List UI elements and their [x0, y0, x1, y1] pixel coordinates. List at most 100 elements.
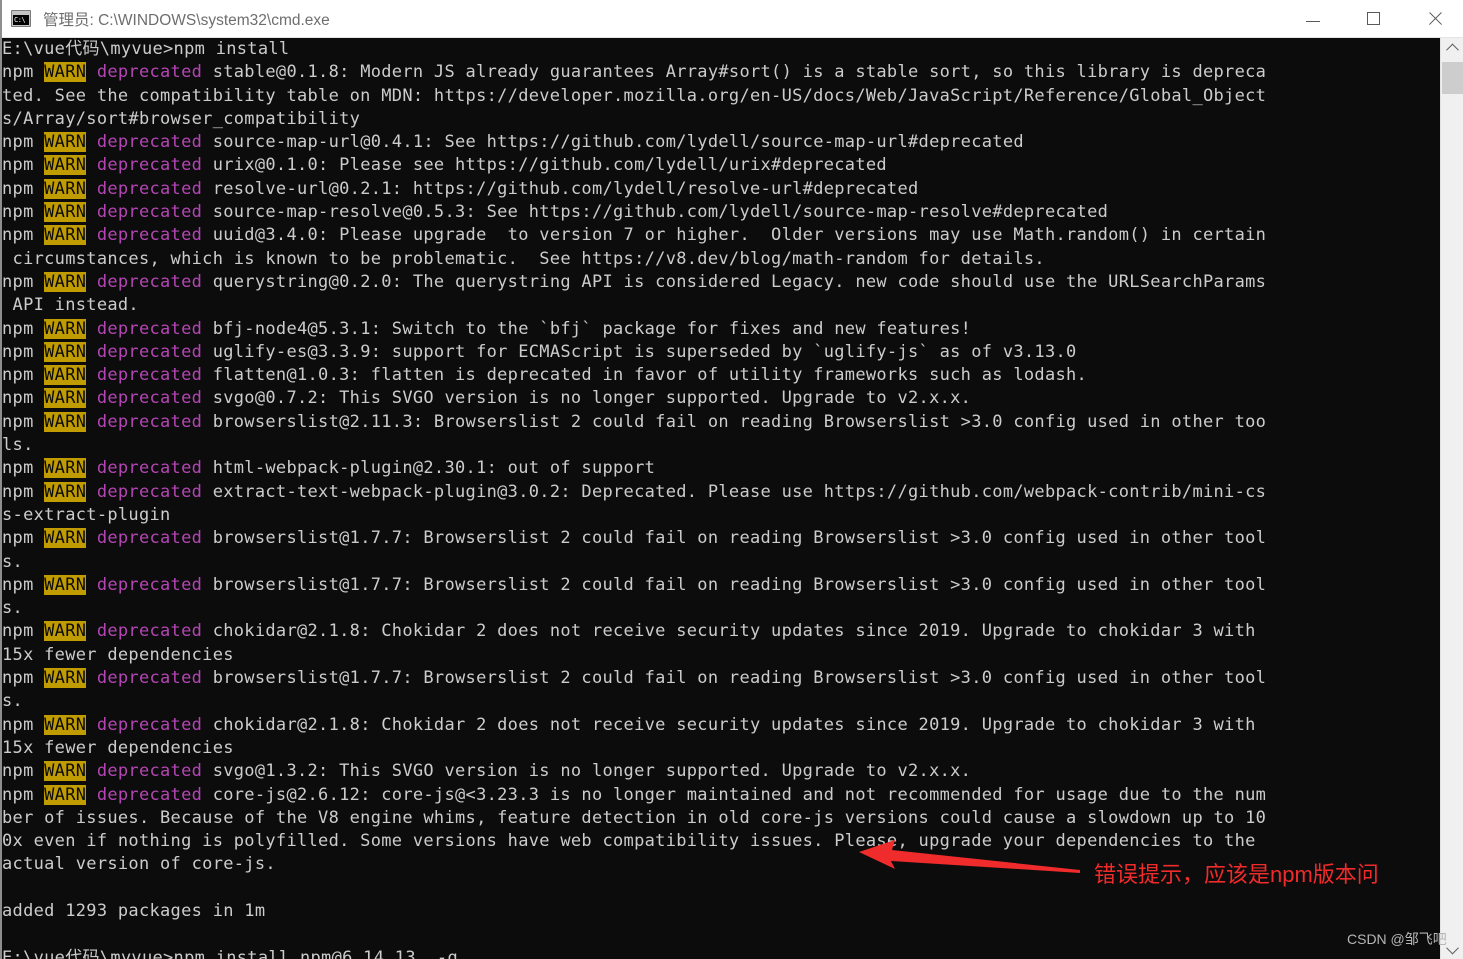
- console-text: E:\vue代码\myvue>npm install npm WARN depre…: [2, 38, 1442, 959]
- npm-prefix: npm: [2, 202, 45, 223]
- deprecated-label: deprecated: [86, 458, 213, 479]
- npm-prefix: npm: [2, 668, 45, 689]
- warn-badge: WARN: [44, 388, 87, 409]
- warn-message: bfj-node4@5.3.1: Switch to the `bfj` pac…: [212, 318, 972, 339]
- npm-prefix: npm: [2, 62, 45, 83]
- warn-badge: WARN: [44, 621, 87, 642]
- cmd-icon: [11, 10, 31, 27]
- warn-badge: WARN: [44, 341, 87, 362]
- console-line: E:\vue代码\myvue>npm install npm@6.14.13 -…: [2, 947, 458, 959]
- npm-prefix: npm: [2, 574, 45, 595]
- console-warn-line: npm WARN deprecated uglify-es@3.3.9: sup…: [2, 341, 1442, 364]
- npm-prefix: npm: [2, 225, 45, 246]
- deprecated-label: deprecated: [86, 481, 213, 502]
- warn-message: browserslist@1.7.7: Browserslist 2 could…: [212, 668, 1267, 689]
- warn-badge: WARN: [44, 528, 87, 549]
- console-warn-line: npm WARN deprecated source-map-url@0.4.1…: [2, 131, 1442, 154]
- close-icon: [1427, 11, 1443, 27]
- deprecated-label: deprecated: [86, 621, 213, 642]
- window-title: 管理员: C:\WINDOWS\system32\cmd.exe: [43, 11, 330, 29]
- scroll-down-button[interactable]: [1441, 939, 1463, 959]
- maximize-button[interactable]: [1343, 0, 1404, 38]
- npm-prefix: npm: [2, 178, 45, 199]
- console-warn-line: npm WARN deprecated urix@0.1.0: Please s…: [2, 154, 1442, 177]
- console-line: circumstances, which is known to be prob…: [2, 248, 1045, 269]
- warn-badge: WARN: [44, 365, 87, 386]
- window-titlebar[interactable]: 管理员: C:\WINDOWS\system32\cmd.exe: [2, 0, 1463, 38]
- warn-message: source-map-url@0.4.1: See https://github…: [212, 132, 1024, 153]
- warn-badge: WARN: [44, 411, 87, 432]
- warn-message: source-map-resolve@0.5.3: See https://gi…: [212, 202, 1109, 223]
- warn-message: chokidar@2.1.8: Chokidar 2 does not rece…: [212, 714, 1256, 735]
- console-warn-line: npm WARN deprecated browserslist@2.11.3:…: [2, 411, 1442, 434]
- chevron-up-icon: [1445, 43, 1459, 56]
- deprecated-label: deprecated: [86, 668, 213, 689]
- warn-message: browserslist@1.7.7: Browserslist 2 could…: [212, 528, 1267, 549]
- warn-message: browserslist@1.7.7: Browserslist 2 could…: [212, 574, 1267, 595]
- warn-message: resolve-url@0.2.1: https://github.com/ly…: [212, 178, 919, 199]
- cmd-window: 管理员: C:\WINDOWS\system32\cmd.exe E:\vue代…: [0, 0, 1463, 959]
- warn-message: uglify-es@3.3.9: support for ECMAScript …: [212, 341, 1077, 362]
- console-line: s.: [2, 551, 24, 572]
- warn-message: chokidar@2.1.8: Chokidar 2 does not rece…: [212, 621, 1256, 642]
- deprecated-label: deprecated: [86, 528, 213, 549]
- npm-prefix: npm: [2, 155, 45, 176]
- console-line: E:\vue代码\myvue>npm install: [2, 39, 290, 59]
- npm-prefix: npm: [2, 784, 45, 805]
- console-line: s.: [2, 691, 24, 712]
- console-warn-line: npm WARN deprecated svgo@0.7.2: This SVG…: [2, 387, 1442, 410]
- console-output-area[interactable]: E:\vue代码\myvue>npm install npm WARN depre…: [2, 38, 1442, 959]
- deprecated-label: deprecated: [86, 155, 213, 176]
- console-line: actual version of core-js.: [2, 854, 276, 875]
- console-warn-line: npm WARN deprecated chokidar@2.1.8: Chok…: [2, 620, 1442, 643]
- titlebar-left-group: 管理员: C:\WINDOWS\system32\cmd.exe: [2, 8, 1282, 30]
- console-warn-line: npm WARN deprecated flatten@1.0.3: flatt…: [2, 364, 1442, 387]
- warn-badge: WARN: [44, 761, 87, 782]
- console-warn-line: npm WARN deprecated extract-text-webpack…: [2, 481, 1442, 504]
- close-button[interactable]: [1404, 0, 1463, 38]
- warn-message: urix@0.1.0: Please see https://github.co…: [212, 155, 887, 176]
- console-warn-line: npm WARN deprecated svgo@1.3.2: This SVG…: [2, 760, 1442, 783]
- deprecated-label: deprecated: [86, 341, 213, 362]
- scroll-up-button[interactable]: [1441, 38, 1463, 58]
- deprecated-label: deprecated: [86, 202, 213, 223]
- deprecated-label: deprecated: [86, 365, 213, 386]
- npm-prefix: npm: [2, 318, 45, 339]
- minimize-icon: [1305, 20, 1320, 22]
- console-line: ber of issues. Because of the V8 engine …: [2, 807, 1267, 828]
- minimize-button[interactable]: [1282, 0, 1343, 38]
- warn-message: html-webpack-plugin@2.30.1: out of suppo…: [212, 458, 656, 479]
- console-line: 15x fewer dependencies: [2, 644, 234, 665]
- warn-badge: WARN: [44, 225, 87, 246]
- warn-badge: WARN: [44, 155, 87, 176]
- scrollbar-thumb[interactable]: [1442, 62, 1463, 94]
- warn-message: core-js@2.6.12: core-js@<3.23.3 is no lo…: [212, 784, 1267, 805]
- chevron-down-icon: [1445, 941, 1459, 954]
- npm-prefix: npm: [2, 481, 45, 502]
- window-controls: [1282, 0, 1463, 38]
- console-warn-line: npm WARN deprecated stable@0.1.8: Modern…: [2, 61, 1442, 84]
- warn-message: uuid@3.4.0: Please upgrade to version 7 …: [212, 225, 1267, 246]
- warn-badge: WARN: [44, 318, 87, 339]
- console-line: s-extract-plugin: [2, 504, 171, 525]
- console-warn-line: npm WARN deprecated querystring@0.2.0: T…: [2, 271, 1442, 294]
- npm-prefix: npm: [2, 365, 45, 386]
- npm-prefix: npm: [2, 621, 45, 642]
- console-line: s.: [2, 598, 24, 619]
- console-line: 0x even if nothing is polyfilled. Some v…: [2, 831, 1256, 852]
- npm-prefix: npm: [2, 411, 45, 432]
- warn-badge: WARN: [44, 574, 87, 595]
- vertical-scrollbar[interactable]: [1440, 38, 1463, 959]
- deprecated-label: deprecated: [86, 714, 213, 735]
- deprecated-label: deprecated: [86, 574, 213, 595]
- warn-message: browserslist@2.11.3: Browserslist 2 coul…: [212, 411, 1267, 432]
- warn-badge: WARN: [44, 202, 87, 223]
- warn-badge: WARN: [44, 62, 87, 83]
- deprecated-label: deprecated: [86, 225, 213, 246]
- deprecated-label: deprecated: [86, 761, 213, 782]
- deprecated-label: deprecated: [86, 62, 213, 83]
- console-warn-line: npm WARN deprecated core-js@2.6.12: core…: [2, 784, 1442, 807]
- deprecated-label: deprecated: [86, 271, 213, 292]
